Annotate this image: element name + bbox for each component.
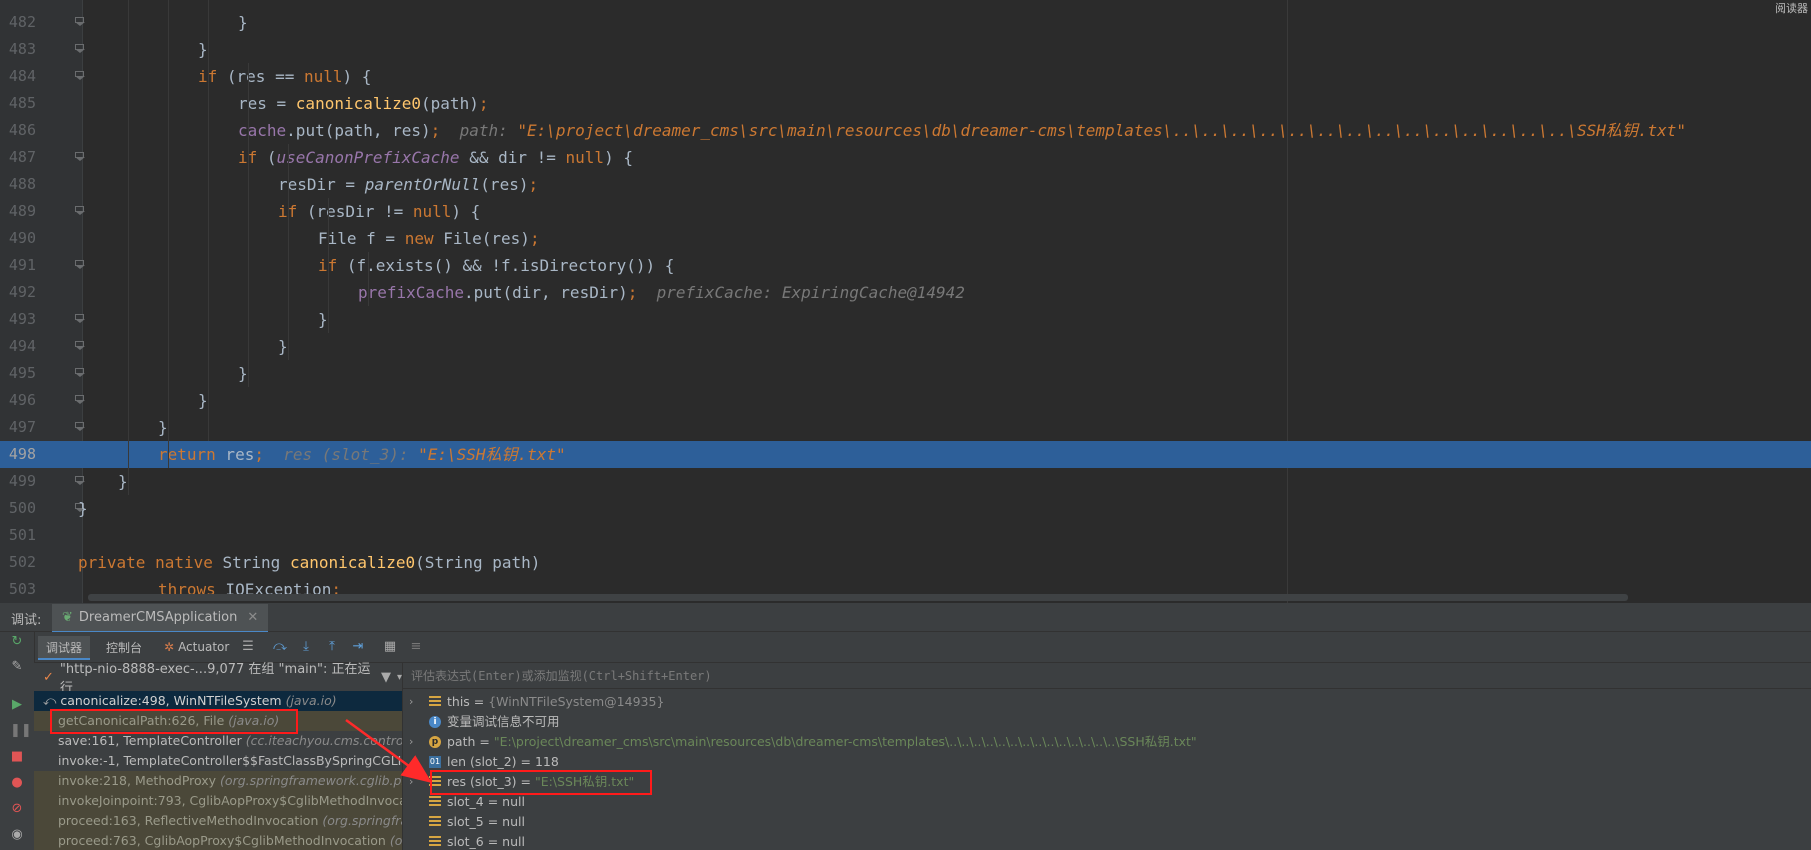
annotation-arrow <box>345 718 433 783</box>
